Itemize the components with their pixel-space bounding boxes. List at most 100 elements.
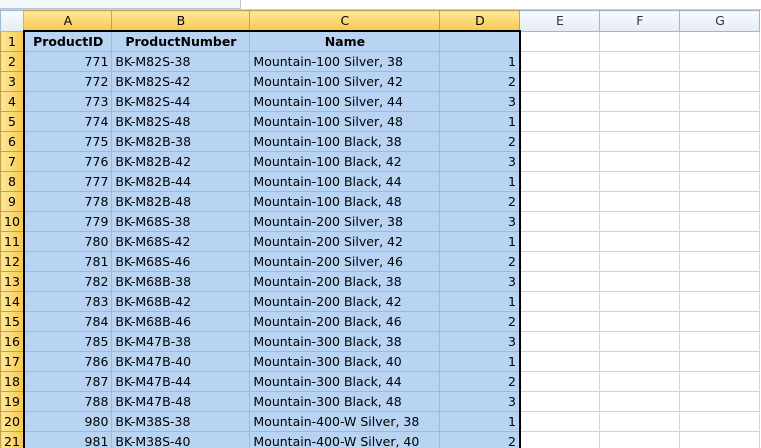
cell[interactable]	[519, 371, 601, 392]
cell-name[interactable]: Mountain-100 Silver, 42	[249, 71, 441, 92]
cell-d[interactable]: 2	[439, 311, 521, 332]
cell-name[interactable]: Mountain-300 Black, 44	[249, 371, 441, 392]
cell[interactable]	[599, 271, 681, 292]
cell-name[interactable]: Mountain-100 Black, 44	[249, 171, 441, 192]
cell-d[interactable]: 1	[439, 291, 521, 312]
row-header[interactable]: 13	[0, 271, 25, 292]
cell-productid[interactable]: 785	[22, 331, 113, 352]
row-header[interactable]: 18	[0, 371, 25, 392]
cell[interactable]	[519, 291, 601, 312]
cell[interactable]	[519, 211, 601, 232]
cell-name[interactable]: Mountain-200 Black, 46	[249, 311, 441, 332]
cell-name[interactable]: Mountain-400-W Silver, 40	[249, 431, 441, 448]
cell-productnumber[interactable]: BK-M68B-38	[111, 271, 251, 292]
cell-d[interactable]: 3	[439, 211, 521, 232]
cell-d[interactable]: 1	[439, 111, 521, 132]
cell[interactable]	[599, 131, 681, 152]
cell[interactable]	[599, 191, 681, 212]
cell[interactable]	[679, 351, 761, 372]
cell-d[interactable]: 1	[439, 351, 521, 372]
cell[interactable]	[679, 171, 761, 192]
column-header-a[interactable]: A	[23, 10, 113, 32]
cell-header-name[interactable]: Name	[249, 30, 441, 52]
cell[interactable]	[599, 211, 681, 232]
column-header-f[interactable]: F	[599, 10, 681, 32]
cell[interactable]	[519, 151, 601, 172]
cell[interactable]	[519, 431, 601, 448]
cell-productnumber[interactable]: BK-M82B-48	[111, 191, 251, 212]
row-header[interactable]: 19	[0, 391, 25, 412]
cell[interactable]	[679, 51, 761, 72]
cell[interactable]	[599, 51, 681, 72]
cell[interactable]	[519, 131, 601, 152]
cell-productnumber[interactable]: BK-M38S-40	[111, 431, 251, 448]
cell-d[interactable]: 2	[439, 131, 521, 152]
cell-productnumber[interactable]: BK-M82B-44	[111, 171, 251, 192]
cell-name[interactable]: Mountain-100 Silver, 48	[249, 111, 441, 132]
cell-productid[interactable]: 772	[22, 71, 113, 92]
row-header[interactable]: 21	[0, 431, 25, 448]
row-header[interactable]: 12	[0, 251, 25, 272]
cell-name[interactable]: Mountain-200 Silver, 38	[249, 211, 441, 232]
cell[interactable]	[599, 291, 681, 312]
cell[interactable]	[599, 91, 681, 112]
row-header[interactable]: 16	[0, 331, 25, 352]
cell-productid[interactable]: 981	[22, 431, 113, 448]
cell-productnumber[interactable]: BK-M47B-38	[111, 331, 251, 352]
row-header[interactable]: 14	[0, 291, 25, 312]
column-header-b[interactable]: B	[111, 10, 251, 32]
cell-name[interactable]: Mountain-100 Black, 42	[249, 151, 441, 172]
row-header[interactable]: 9	[0, 191, 25, 212]
cell[interactable]	[679, 131, 761, 152]
cell[interactable]	[599, 351, 681, 372]
cell-productnumber[interactable]: BK-M68B-46	[111, 311, 251, 332]
cell-name[interactable]: Mountain-200 Black, 38	[249, 271, 441, 292]
cell-d[interactable]: 3	[439, 151, 521, 172]
cell[interactable]	[679, 231, 761, 252]
cell[interactable]	[679, 211, 761, 232]
row-header[interactable]: 20	[0, 411, 25, 432]
cell[interactable]	[679, 251, 761, 272]
cell-header-productid[interactable]: ProductID	[22, 30, 113, 52]
cell-d[interactable]: 2	[439, 431, 521, 448]
cell[interactable]	[519, 411, 601, 432]
row-header[interactable]: 3	[0, 71, 25, 92]
cell[interactable]	[679, 311, 761, 332]
row-header[interactable]: 5	[0, 111, 25, 132]
cell-d[interactable]: 2	[439, 191, 521, 212]
cell[interactable]	[679, 431, 761, 448]
cell-productnumber[interactable]: BK-M68S-46	[111, 251, 251, 272]
row-header[interactable]: 8	[0, 171, 25, 192]
cell[interactable]	[599, 331, 681, 352]
cell[interactable]	[679, 371, 761, 392]
cell-name[interactable]: Mountain-300 Black, 40	[249, 351, 441, 372]
cell[interactable]	[679, 291, 761, 312]
cell[interactable]	[599, 251, 681, 272]
cell-productid[interactable]: 771	[22, 51, 113, 72]
cell[interactable]	[599, 431, 681, 448]
cell-productid[interactable]: 784	[22, 311, 113, 332]
column-header-e[interactable]: E	[519, 10, 601, 32]
cell[interactable]	[519, 51, 601, 72]
cell-d[interactable]: 3	[439, 391, 521, 412]
cell-name[interactable]: Mountain-200 Black, 42	[249, 291, 441, 312]
cell-productid[interactable]: 781	[22, 251, 113, 272]
cell-productnumber[interactable]: BK-M47B-40	[111, 351, 251, 372]
cell[interactable]	[519, 91, 601, 112]
cell[interactable]	[599, 71, 681, 92]
cell-productnumber[interactable]: BK-M82S-38	[111, 51, 251, 72]
cell-productid[interactable]: 775	[22, 131, 113, 152]
cell[interactable]	[519, 191, 601, 212]
cell[interactable]	[519, 231, 601, 252]
column-header-g[interactable]: G	[679, 10, 761, 32]
cell-productnumber[interactable]: BK-M68S-42	[111, 231, 251, 252]
cell-d[interactable]: 3	[439, 91, 521, 112]
cell-productid[interactable]: 774	[22, 111, 113, 132]
cell-header-d[interactable]	[439, 30, 521, 52]
cell[interactable]	[679, 71, 761, 92]
cell-productnumber[interactable]: BK-M82B-38	[111, 131, 251, 152]
cell-d[interactable]: 3	[439, 331, 521, 352]
cell-name[interactable]: Mountain-100 Black, 48	[249, 191, 441, 212]
cell[interactable]	[679, 271, 761, 292]
cell-d[interactable]: 1	[439, 171, 521, 192]
